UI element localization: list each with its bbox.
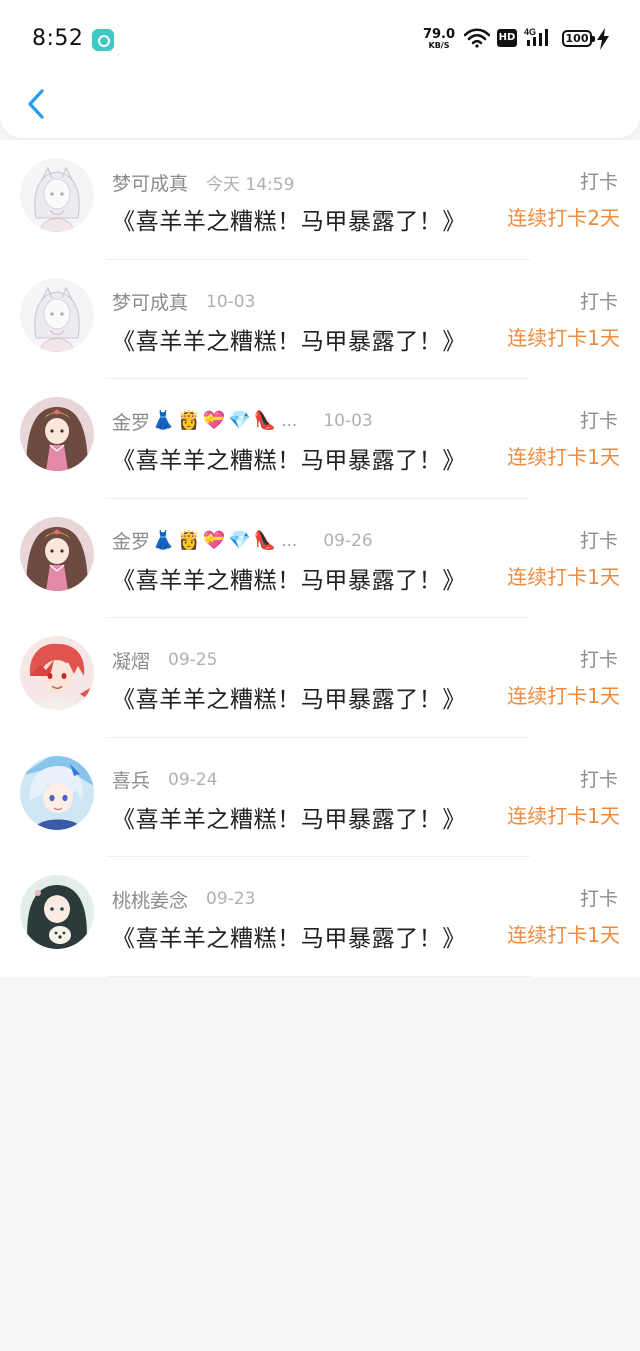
charging-icon bbox=[597, 28, 609, 50]
user-nickname[interactable]: 凝熠 bbox=[112, 647, 150, 674]
record-time: 09-23 bbox=[206, 889, 256, 909]
action-label: 打卡 bbox=[579, 529, 618, 552]
name-ellipsis: ... bbox=[281, 411, 298, 431]
diamond-badge-icon: 💎 bbox=[228, 410, 251, 431]
avatar[interactable] bbox=[20, 636, 94, 710]
high-heel-badge-icon: 👠 bbox=[253, 529, 277, 551]
user-nickname[interactable]: 桃桃姜念 bbox=[112, 886, 188, 913]
book-title[interactable]: 《喜羊羊之糟糕！马甲暴露了！》 bbox=[112, 202, 466, 236]
record-time: 今天 14:59 bbox=[206, 174, 295, 195]
dress-badge-icon: 👗 bbox=[152, 410, 175, 431]
user-nickname[interactable]: 梦可成真 bbox=[112, 169, 188, 196]
list-item[interactable]: 喜兵 09-24 《喜羊羊之糟糕！马甲暴露了！》 打卡 连续打卡1天 bbox=[0, 738, 640, 857]
battery-icon: 100 bbox=[562, 30, 595, 47]
list-item[interactable]: 凝熠 09-25 《喜羊羊之糟糕！马甲暴露了！》 打卡 连续打卡1天 bbox=[0, 618, 640, 738]
record-meta: 喜兵 09-24 bbox=[112, 766, 217, 794]
hd-icon: HD bbox=[497, 29, 517, 47]
record-time: 09-25 bbox=[168, 650, 218, 670]
battery-level: 100 bbox=[565, 32, 589, 45]
book-title[interactable]: 《喜羊羊之糟糕！马甲暴露了！》 bbox=[112, 561, 466, 595]
list-item[interactable]: 桃桃姜念 09-23 《喜羊羊之糟糕！马甲暴露了！》 打卡 连续打卡1天 bbox=[0, 857, 640, 977]
streak-label: 连续打卡1天 bbox=[507, 923, 620, 947]
network-type: 4G bbox=[524, 27, 536, 37]
streak-label: 连续打卡1天 bbox=[507, 445, 620, 469]
name-ellipsis: ... bbox=[281, 530, 298, 551]
diamond-badge-icon: 💎 bbox=[228, 529, 251, 551]
princess-badge-icon: 👸 bbox=[177, 529, 200, 551]
record-meta: 金罗 👗 👸 💝 💎 👠 ... 10-03 bbox=[112, 407, 373, 435]
record-meta: 梦可成真 今天 14:59 bbox=[112, 168, 294, 196]
list-item[interactable]: 梦可成真 10-03 《喜羊羊之糟糕！马甲暴露了！》 打卡 连续打卡1天 bbox=[0, 260, 640, 379]
record-time: 09-24 bbox=[168, 769, 218, 790]
record-time: 09-26 bbox=[323, 530, 373, 551]
book-title[interactable]: 《喜羊羊之糟糕！马甲暴露了！》 bbox=[112, 322, 466, 356]
status-bar: 8:52 79.0 KB/S HD 4G 100 bbox=[0, 0, 640, 80]
list-item[interactable]: 金罗 👗 👸 💝 💎 👠 ... 09-26 《喜羊羊之糟糕！马甲暴露了！》 打… bbox=[0, 499, 640, 618]
action-label: 打卡 bbox=[579, 888, 618, 910]
heart-gift-badge-icon: 💝 bbox=[202, 529, 226, 551]
streak-label: 连续打卡1天 bbox=[507, 564, 620, 589]
high-heel-badge-icon: 👠 bbox=[253, 410, 277, 431]
avatar[interactable] bbox=[20, 755, 94, 830]
record-meta: 凝熠 09-25 bbox=[112, 646, 217, 674]
user-nickname[interactable]: 梦可成真 bbox=[112, 288, 188, 315]
network-speed-value: 79.0 bbox=[422, 27, 456, 42]
record-time: 10-03 bbox=[206, 291, 256, 312]
record-time: 10-03 bbox=[323, 411, 373, 431]
book-title[interactable]: 《喜羊羊之糟糕！马甲暴露了！》 bbox=[112, 680, 466, 714]
book-title[interactable]: 《喜羊羊之糟糕！马甲暴露了！》 bbox=[112, 919, 466, 953]
action-label: 打卡 bbox=[579, 290, 618, 313]
dress-badge-icon: 👗 bbox=[152, 529, 175, 551]
book-title[interactable]: 《喜羊羊之糟糕！马甲暴露了！》 bbox=[112, 441, 466, 475]
chevron-left-icon bbox=[28, 89, 44, 119]
action-label: 打卡 bbox=[579, 768, 618, 791]
divider bbox=[106, 975, 530, 977]
avatar[interactable] bbox=[20, 516, 94, 591]
checkin-record-list: 梦可成真 今天 14:59 《喜羊羊之糟糕！马甲暴露了！》 打卡 连续打卡2天 … bbox=[0, 140, 640, 977]
top-header: 8:52 79.0 KB/S HD 4G 100 bbox=[0, 0, 640, 138]
record-meta: 金罗 👗 👸 💝 💎 👠 ... 09-26 bbox=[112, 527, 373, 555]
list-item[interactable]: 金罗 👗 👸 💝 💎 👠 ... 10-03 《喜羊羊之糟糕！马甲暴露了！》 打… bbox=[0, 379, 640, 499]
wifi-icon bbox=[464, 28, 490, 48]
avatar[interactable] bbox=[20, 875, 94, 949]
action-label: 打卡 bbox=[579, 649, 618, 671]
streak-label: 连续打卡2天 bbox=[507, 206, 620, 230]
avatar[interactable] bbox=[20, 277, 94, 352]
action-label: 打卡 bbox=[579, 171, 618, 193]
network-speed: 79.0 KB/S bbox=[422, 28, 456, 50]
user-nickname[interactable]: 金罗 bbox=[112, 408, 150, 435]
book-title[interactable]: 《喜羊羊之糟糕！马甲暴露了！》 bbox=[112, 800, 466, 834]
cell-signal-icon: 4G bbox=[524, 27, 548, 46]
status-time: 8:52 bbox=[32, 26, 84, 51]
princess-badge-icon: 👸 bbox=[177, 410, 200, 431]
streak-label: 连续打卡1天 bbox=[507, 803, 620, 828]
heart-gift-badge-icon: 💝 bbox=[202, 410, 226, 431]
user-badges: 👗 👸 💝 💎 👠 bbox=[152, 412, 279, 430]
record-meta: 梦可成真 10-03 bbox=[112, 288, 255, 316]
back-button[interactable] bbox=[16, 82, 56, 126]
app-notification-icon bbox=[92, 29, 114, 51]
user-nickname[interactable]: 金罗 bbox=[112, 527, 150, 554]
record-meta: 桃桃姜念 09-23 bbox=[112, 885, 255, 913]
avatar[interactable] bbox=[20, 158, 94, 232]
user-nickname[interactable]: 喜兵 bbox=[112, 766, 150, 793]
network-speed-unit: KB/S bbox=[428, 41, 450, 50]
avatar[interactable] bbox=[20, 397, 94, 471]
streak-label: 连续打卡1天 bbox=[507, 684, 620, 708]
action-label: 打卡 bbox=[579, 410, 618, 432]
list-item[interactable]: 梦可成真 今天 14:59 《喜羊羊之糟糕！马甲暴露了！》 打卡 连续打卡2天 bbox=[0, 140, 640, 260]
user-badges: 👗 👸 💝 💎 👠 bbox=[152, 529, 279, 551]
streak-label: 连续打卡1天 bbox=[507, 325, 620, 350]
